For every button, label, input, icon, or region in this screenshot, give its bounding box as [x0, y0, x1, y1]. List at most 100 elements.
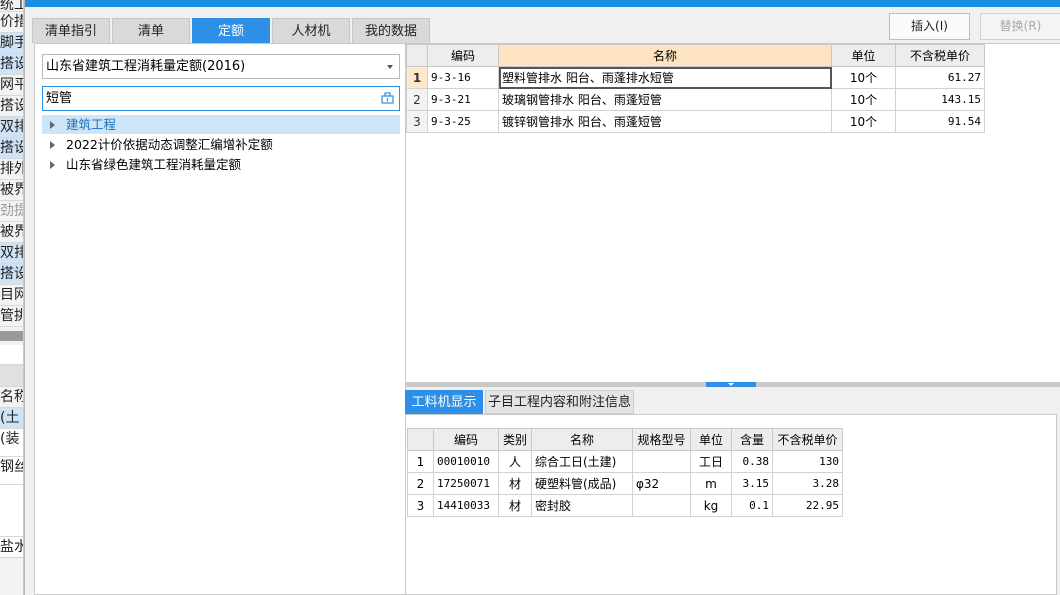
resource-price[interactable]: 22.95: [772, 494, 843, 517]
tab-work-content-notes[interactable]: 子目工程内容和附注信息: [485, 390, 634, 414]
resource-table: 编码 类别 名称 规格型号 单位 含量 不含税单价 1 00010010 人 综…: [407, 428, 843, 517]
bg-fragment: [0, 485, 23, 537]
tab-quota[interactable]: 定额: [192, 18, 270, 43]
resource-unit[interactable]: m: [690, 472, 732, 495]
bg-fragment: 搭设: [0, 96, 23, 117]
column-header-type[interactable]: 类别: [498, 428, 532, 451]
row-number: 2: [407, 472, 434, 495]
quota-name[interactable]: 镀锌钢管排水 阳台、雨蓬短管: [498, 110, 832, 133]
quota-price[interactable]: 61.27: [895, 66, 985, 89]
resource-type[interactable]: 材: [498, 472, 532, 495]
row-number: 3: [406, 110, 428, 133]
table-row[interactable]: 1 9-3-16 塑料管排水 阳台、雨蓬排水短管 10个 61.27: [406, 66, 985, 89]
tree-item-building-engineering[interactable]: 建筑工程: [42, 115, 400, 134]
tab-list-guide[interactable]: 清单指引: [32, 18, 110, 43]
table-row[interactable]: 3 9-3-25 镀锌钢管排水 阳台、雨蓬短管 10个 91.54: [406, 110, 985, 133]
column-header-quantity[interactable]: 含量: [731, 428, 773, 451]
row-number: 1: [406, 66, 428, 89]
bg-fragment: 网平: [0, 75, 23, 96]
bg-fragment: 双排: [0, 243, 23, 264]
expand-arrow-icon[interactable]: [50, 161, 55, 169]
resource-spec[interactable]: [632, 494, 691, 517]
tab-resource-display[interactable]: 工料机显示: [405, 390, 483, 414]
bg-fragment: 劲提: [0, 201, 23, 222]
tree-item-label: 2022计价依据动态调整汇编增补定额: [66, 137, 273, 152]
bg-fragment: 管挑: [0, 306, 23, 327]
tree-item-green-building[interactable]: 山东省绿色建筑工程消耗量定额: [42, 155, 400, 174]
column-header-name[interactable]: 名称: [531, 428, 633, 451]
quota-code[interactable]: 9-3-21: [427, 88, 499, 111]
resource-type[interactable]: 材: [498, 494, 532, 517]
collapse-handle[interactable]: [706, 382, 756, 387]
bg-fragment: 统工: [0, 0, 23, 12]
resource-quantity[interactable]: 0.38: [731, 450, 773, 473]
resource-code[interactable]: 17250071: [433, 472, 499, 495]
quota-unit[interactable]: 10个: [831, 66, 896, 89]
quota-price[interactable]: 143.15: [895, 88, 985, 111]
resource-unit[interactable]: kg: [690, 494, 732, 517]
search-icon[interactable]: [381, 92, 394, 104]
column-header-unit[interactable]: 单位: [690, 428, 732, 451]
replace-button[interactable]: 替换(R): [980, 13, 1060, 40]
resource-price[interactable]: 130: [772, 450, 843, 473]
bg-fragment: 价措: [0, 12, 23, 33]
row-number: 3: [407, 494, 434, 517]
resource-code[interactable]: 14410033: [433, 494, 499, 517]
insert-button[interactable]: 插入(I): [889, 13, 970, 40]
expand-arrow-icon[interactable]: [50, 141, 55, 149]
column-header-price[interactable]: 不含税单价: [895, 44, 985, 67]
resource-quantity[interactable]: 3.15: [731, 472, 773, 495]
resource-name[interactable]: 综合工日(土建): [531, 450, 633, 473]
bg-fragment: 搭设: [0, 54, 23, 75]
quota-code[interactable]: 9-3-16: [427, 66, 499, 89]
resource-spec[interactable]: φ32: [632, 472, 691, 495]
table-header-row: 编码 名称 单位 不含税单价: [406, 44, 985, 67]
tab-labor-material-machine[interactable]: 人材机: [272, 18, 350, 43]
quota-name[interactable]: 玻璃钢管排水 阳台、雨蓬短管: [498, 88, 832, 111]
tab-bill[interactable]: 清单: [112, 18, 190, 43]
column-header-price[interactable]: 不含税单价: [772, 428, 843, 451]
table-row[interactable]: 2 17250071 材 硬塑料管(成品) φ32 m 3.15 3.28: [407, 472, 843, 495]
pane-splitter[interactable]: [405, 382, 1060, 387]
column-header-code[interactable]: 编码: [427, 44, 499, 67]
quota-price[interactable]: 91.54: [895, 110, 985, 133]
bg-fragment: [0, 365, 23, 387]
table-row[interactable]: 2 9-3-21 玻璃钢管排水 阳台、雨蓬短管 10个 143.15: [406, 88, 985, 111]
dialog-top-accent: [25, 0, 1060, 7]
resource-quantity[interactable]: 0.1: [731, 494, 773, 517]
table-row[interactable]: 3 14410033 材 密封胶 kg 0.1 22.95: [407, 494, 843, 517]
column-header-unit[interactable]: 单位: [831, 44, 896, 67]
quota-code[interactable]: 9-3-25: [427, 110, 499, 133]
tree-item-label: 山东省绿色建筑工程消耗量定额: [66, 157, 242, 172]
background-app-strip: 统工 价措 脚手 搭设 网平 搭设 双排 搭设 排外 被界 劲提 被界 双排 搭…: [0, 0, 24, 595]
quota-unit[interactable]: 10个: [831, 110, 896, 133]
quota-name[interactable]: 塑料管排水 阳台、雨蓬排水短管: [498, 66, 832, 89]
quota-results-table: 编码 名称 单位 不含税单价 1 9-3-16 塑料管排水 阳台、雨蓬排水短管 …: [406, 44, 985, 133]
column-header-spec[interactable]: 规格型号: [632, 428, 691, 451]
quota-results-grid: 编码 名称 单位 不含税单价 1 9-3-16 塑料管排水 阳台、雨蓬排水短管 …: [405, 43, 1060, 383]
resource-price[interactable]: 3.28: [772, 472, 843, 495]
tab-my-data[interactable]: 我的数据: [352, 18, 430, 43]
resource-grid: 编码 类别 名称 规格型号 单位 含量 不含税单价 1 00010010 人 综…: [405, 414, 1057, 595]
column-header-code[interactable]: 编码: [433, 428, 499, 451]
tree-item-label: 建筑工程: [66, 117, 117, 132]
expand-arrow-icon[interactable]: [50, 121, 55, 129]
quota-library-select[interactable]: 山东省建筑工程消耗量定额(2016): [42, 54, 400, 79]
resource-name[interactable]: 硬塑料管(成品): [531, 472, 633, 495]
table-row[interactable]: 1 00010010 人 综合工日(土建) 工日 0.38 130: [407, 450, 843, 473]
resource-spec[interactable]: [632, 450, 691, 473]
column-header-name[interactable]: 名称: [498, 44, 832, 67]
search-field[interactable]: [42, 86, 400, 111]
bg-fragment: 搭设: [0, 138, 23, 159]
bg-fragment: (土: [0, 408, 23, 429]
bg-scrollbar: [0, 331, 23, 341]
resource-name[interactable]: 密封胶: [531, 494, 633, 517]
tree-item-2022-supplement[interactable]: 2022计价依据动态调整汇编增补定额: [42, 135, 400, 154]
resource-type[interactable]: 人: [498, 450, 532, 473]
quota-unit[interactable]: 10个: [831, 88, 896, 111]
bg-fragment: 双排: [0, 117, 23, 138]
resource-unit[interactable]: 工日: [690, 450, 732, 473]
table-header-row: 编码 类别 名称 规格型号 单位 含量 不含税单价: [407, 428, 843, 451]
resource-code[interactable]: 00010010: [433, 450, 499, 473]
search-input[interactable]: [46, 89, 366, 104]
